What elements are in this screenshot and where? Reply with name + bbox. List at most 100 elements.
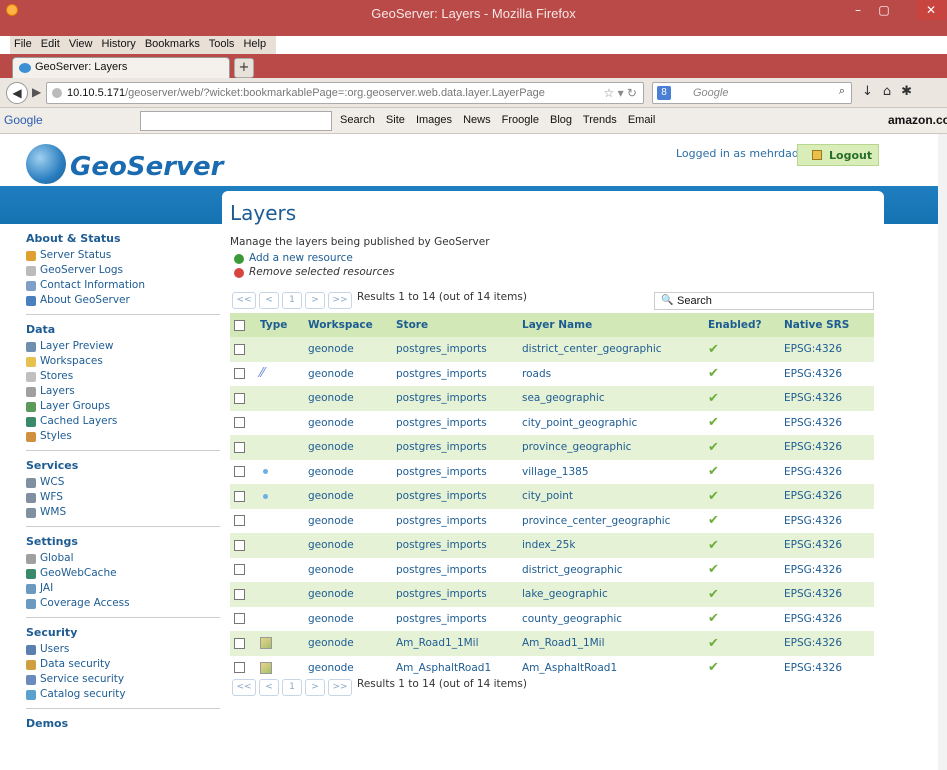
row-checkbox[interactable] xyxy=(234,466,245,478)
google-email-button[interactable]: Email xyxy=(628,114,656,126)
sidebar-item[interactable]: WMS xyxy=(26,505,220,520)
col-native-srs[interactable]: Native SRS xyxy=(780,313,874,337)
store-link[interactable]: postgres_imports xyxy=(392,337,518,362)
sidebar-item[interactable]: GeoServer Logs xyxy=(26,263,220,278)
google-news-button[interactable]: News xyxy=(463,114,491,126)
pager-last-button[interactable]: >> xyxy=(328,292,352,309)
sidebar-item[interactable]: Contact Information xyxy=(26,278,220,293)
workspace-link[interactable]: geonode xyxy=(304,557,392,582)
store-link[interactable]: postgres_imports xyxy=(392,410,518,435)
layer-name-link[interactable]: city_point_geographic xyxy=(518,410,704,435)
close-button[interactable]: ✕ xyxy=(916,0,946,20)
layer-name-link[interactable]: province_center_geographic xyxy=(518,508,704,533)
sidebar-item[interactable]: Layers xyxy=(26,384,220,399)
download-icon[interactable]: ↓ xyxy=(862,84,883,99)
sidebar-item[interactable]: Coverage Access xyxy=(26,596,220,611)
row-checkbox[interactable] xyxy=(234,417,245,429)
google-images-button[interactable]: Images xyxy=(416,114,452,126)
sidebar-item[interactable]: Data security xyxy=(26,657,220,672)
col-store[interactable]: Store xyxy=(392,313,518,337)
col-enabled[interactable]: Enabled? xyxy=(704,313,780,337)
pager-prev-button[interactable]: < xyxy=(259,679,279,696)
sidebar-item[interactable]: WFS xyxy=(26,490,220,505)
layer-search-input[interactable]: 🔍 Search xyxy=(654,292,874,310)
workspace-link[interactable]: geonode xyxy=(304,533,392,558)
layer-name-link[interactable]: Am_AsphaltRoad1 xyxy=(518,655,704,680)
google-froogle-button[interactable]: Froogle xyxy=(502,114,539,126)
layer-name-link[interactable]: village_1385 xyxy=(518,459,704,484)
minimize-button[interactable]: – xyxy=(846,0,870,20)
store-link[interactable]: postgres_imports xyxy=(392,459,518,484)
sidebar-item[interactable]: About GeoServer xyxy=(26,293,220,308)
google-toolbar-logo[interactable]: Google xyxy=(4,113,43,127)
layer-name-link[interactable]: city_point xyxy=(518,484,704,509)
google-trends-button[interactable]: Trends xyxy=(583,114,617,126)
pager-page-button[interactable]: 1 xyxy=(282,679,302,696)
layer-name-link[interactable]: county_geographic xyxy=(518,606,704,631)
sidebar-item[interactable]: Users xyxy=(26,642,220,657)
workspace-link[interactable]: geonode xyxy=(304,410,392,435)
store-link[interactable]: Am_AsphaltRoad1 xyxy=(392,655,518,680)
logout-button[interactable]: Logout xyxy=(797,144,879,166)
menu-view[interactable]: View xyxy=(69,38,93,50)
remove-resources-link[interactable]: Remove selected resources xyxy=(234,266,394,278)
sidebar-item[interactable]: Workspaces xyxy=(26,354,220,369)
layer-name-link[interactable]: Am_Road1_1Mil xyxy=(518,631,704,656)
row-checkbox[interactable] xyxy=(234,343,245,355)
workspace-link[interactable]: geonode xyxy=(304,655,392,680)
search-icon[interactable]: ⌕ xyxy=(839,85,845,98)
store-link[interactable]: postgres_imports xyxy=(392,533,518,558)
layer-name-link[interactable]: sea_geographic xyxy=(518,386,704,411)
select-all-checkbox[interactable] xyxy=(234,319,245,331)
sidebar-item[interactable]: GeoWebCache xyxy=(26,566,220,581)
sidebar-item[interactable]: Layer Groups xyxy=(26,399,220,414)
layer-name-link[interactable]: district_geographic xyxy=(518,557,704,582)
workspace-link[interactable]: geonode xyxy=(304,582,392,607)
pager-first-button[interactable]: << xyxy=(232,679,256,696)
store-link[interactable]: postgres_imports xyxy=(392,361,518,386)
back-button[interactable]: ◀ xyxy=(6,82,28,104)
browser-search-input[interactable]: 8 Google ⌕ xyxy=(652,82,852,104)
store-link[interactable]: postgres_imports xyxy=(392,582,518,607)
workspace-link[interactable]: geonode xyxy=(304,631,392,656)
row-checkbox[interactable] xyxy=(234,441,245,453)
layer-name-link[interactable]: district_center_geographic xyxy=(518,337,704,362)
sidebar-item[interactable]: Global xyxy=(26,551,220,566)
store-link[interactable]: postgres_imports xyxy=(392,386,518,411)
workspace-link[interactable]: geonode xyxy=(304,337,392,362)
workspace-link[interactable]: geonode xyxy=(304,361,392,386)
workspace-link[interactable]: geonode xyxy=(304,606,392,631)
sidebar-item[interactable]: WCS xyxy=(26,475,220,490)
pager-first-button[interactable]: << xyxy=(232,292,256,309)
search-engine-icon[interactable]: 8 xyxy=(657,86,671,100)
row-checkbox[interactable] xyxy=(234,515,245,527)
extension-icon[interactable]: ✱ xyxy=(901,84,922,99)
row-checkbox[interactable] xyxy=(234,637,245,649)
row-checkbox[interactable] xyxy=(234,539,245,551)
home-icon[interactable]: ⌂ xyxy=(883,84,901,99)
bookmark-star-icon[interactable]: ☆ ▾ ↻ xyxy=(603,86,637,100)
sidebar-item[interactable]: Server Status xyxy=(26,248,220,263)
page-scrollbar[interactable] xyxy=(938,134,947,770)
google-search-button[interactable]: Search xyxy=(340,114,375,126)
menu-tools[interactable]: Tools xyxy=(209,38,235,50)
google-blog-button[interactable]: Blog xyxy=(550,114,572,126)
store-link[interactable]: Am_Road1_1Mil xyxy=(392,631,518,656)
row-checkbox[interactable] xyxy=(234,564,245,576)
sidebar-item[interactable]: Layer Preview xyxy=(26,339,220,354)
google-site-button[interactable]: Site xyxy=(386,114,405,126)
tab-geoserver-layers[interactable]: GeoServer: Layers xyxy=(12,57,230,78)
row-checkbox[interactable] xyxy=(234,588,245,600)
menu-file[interactable]: File xyxy=(14,38,32,50)
sidebar-item[interactable]: Service security xyxy=(26,672,220,687)
row-checkbox[interactable] xyxy=(234,490,245,502)
add-resource-link[interactable]: Add a new resource xyxy=(234,252,353,264)
menu-edit[interactable]: Edit xyxy=(41,38,60,50)
col-type[interactable]: Type xyxy=(256,313,304,337)
layer-name-link[interactable]: lake_geographic xyxy=(518,582,704,607)
pager-next-button[interactable]: > xyxy=(305,292,325,309)
forward-button[interactable]: ▶ xyxy=(32,85,41,99)
layer-name-link[interactable]: roads xyxy=(518,361,704,386)
workspace-link[interactable]: geonode xyxy=(304,484,392,509)
sidebar-item[interactable]: Cached Layers xyxy=(26,414,220,429)
